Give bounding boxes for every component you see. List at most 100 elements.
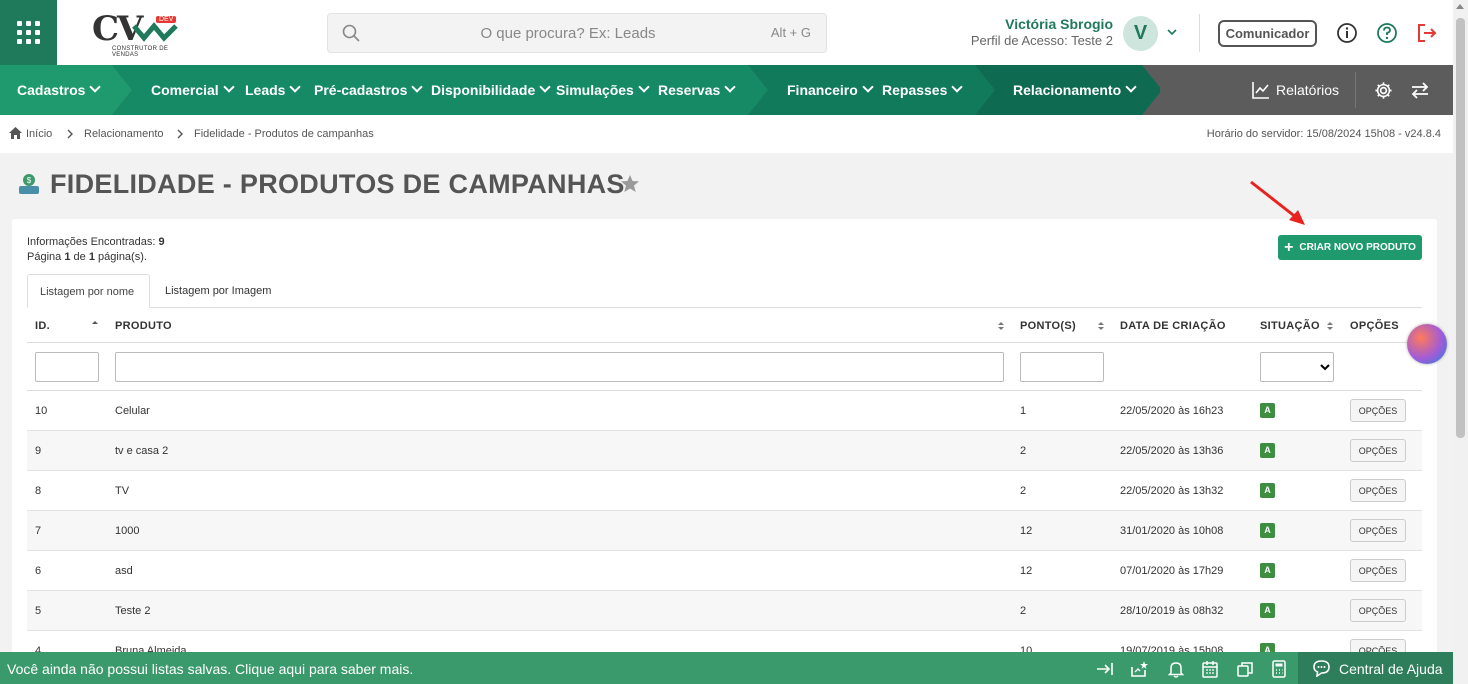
avatar[interactable]: V [1123, 16, 1158, 51]
logout-icon[interactable] [1416, 22, 1438, 44]
help-icon[interactable] [1376, 22, 1398, 44]
nav-financeiro[interactable]: Financeiro [787, 65, 874, 115]
cell-id: 6 [35, 565, 42, 577]
table-row: 9 tv e casa 2 2 22/05/2020 às 13h36 A OP… [27, 431, 1422, 471]
col-produto[interactable]: PRODUTO [115, 320, 172, 332]
table-row: 8 TV 2 22/05/2020 às 13h32 A OPÇÕES [27, 471, 1422, 511]
scroll-thumb[interactable] [1456, 18, 1465, 438]
cell-produto: asd [115, 565, 133, 577]
cell-pontos: 2 [1020, 605, 1027, 617]
nav-repasses[interactable]: Repasses [882, 65, 964, 115]
cell-produto: 1000 [115, 525, 140, 537]
search-box[interactable]: Alt + G [327, 13, 827, 53]
info-found-label: Informações Encontradas: [27, 236, 156, 248]
tab-listagem-por-nome[interactable]: Listagem por nome [27, 274, 150, 308]
breadcrumb-relacionamento[interactable]: Relacionamento [84, 128, 164, 140]
nav-simulacoes[interactable]: Simulações [556, 65, 650, 115]
main-nav: Cadastros Comercial Leads Pré-cadastros … [0, 65, 1453, 115]
breadcrumb-home[interactable]: Início [26, 128, 52, 140]
chevron-down-icon[interactable] [1166, 26, 1178, 38]
sort-icon[interactable] [997, 320, 1005, 332]
status-badge: A [1260, 403, 1275, 418]
cell-pontos: 2 [1020, 485, 1027, 497]
filter-produto-input[interactable] [115, 352, 1004, 382]
col-data-criacao[interactable]: DATA DE CRIAÇÃO [1120, 320, 1226, 332]
cell-pontos: 1 [1020, 405, 1027, 417]
assistant-orb-button[interactable] [1407, 324, 1447, 364]
options-button[interactable]: OPÇÕES [1350, 559, 1406, 582]
nav-relatorios[interactable]: Relatórios [1276, 65, 1339, 115]
cell-produto: TV [115, 485, 130, 497]
cell-data: 28/10/2019 às 08h32 [1120, 605, 1224, 617]
nav-relacionamento[interactable]: Relacionamento [1013, 65, 1137, 115]
filter-pontos-input[interactable] [1020, 352, 1104, 382]
apps-menu-button[interactable] [0, 0, 57, 65]
nav-cadastros[interactable]: Cadastros [17, 65, 102, 115]
svg-text:$: $ [27, 176, 32, 185]
swap-icon[interactable] [1410, 81, 1430, 100]
chat-icon [1313, 660, 1330, 677]
col-pontos[interactable]: PONTO(S) [1020, 320, 1076, 332]
favorite-star-icon[interactable] [620, 174, 640, 194]
cell-data: 22/05/2020 às 16h23 [1120, 405, 1224, 417]
footer-bar: Você ainda não possui listas salvas. Cli… [0, 652, 1453, 684]
grid-icon [17, 21, 40, 44]
windows-icon[interactable] [1236, 660, 1254, 678]
calculator-icon[interactable] [1270, 660, 1288, 678]
table-row: 7 1000 12 31/01/2020 às 10h08 A OPÇÕES [27, 511, 1422, 551]
page-total: 1 [88, 251, 95, 263]
info-icon[interactable] [1336, 22, 1358, 44]
gear-icon[interactable] [1374, 81, 1393, 100]
calendar-icon[interactable] [1201, 660, 1219, 678]
nav-disponibilidade[interactable]: Disponibilidade [431, 65, 551, 115]
cell-data: 22/05/2020 às 13h36 [1120, 445, 1224, 457]
status-badge: A [1260, 523, 1275, 538]
cell-id: 9 [35, 445, 42, 457]
cell-produto: Celular [115, 405, 150, 417]
create-product-button[interactable]: + CRIAR NOVO PRODUTO [1278, 235, 1422, 260]
top-header: CV DEV CONSTRUTOR DE VENDAS Alt + G Vict… [0, 0, 1453, 65]
user-name: Victória Sbrogio [1005, 16, 1113, 32]
options-button[interactable]: OPÇÕES [1350, 519, 1406, 542]
logo[interactable]: CV DEV CONSTRUTOR DE VENDAS [92, 12, 192, 58]
search-input[interactable] [388, 14, 748, 52]
options-button[interactable]: OPÇÕES [1350, 599, 1406, 622]
scroll-up-arrow-icon[interactable] [1456, 4, 1464, 9]
list-star-icon[interactable] [1130, 660, 1148, 678]
filter-situacao-select[interactable] [1260, 352, 1334, 382]
home-icon[interactable] [9, 127, 22, 139]
nav-leads[interactable]: Leads [245, 65, 302, 115]
chevron-right-icon [177, 129, 183, 139]
filter-id-input[interactable] [35, 352, 99, 382]
help-center-button[interactable]: Central de Ajuda [1298, 652, 1453, 684]
sort-icon[interactable] [1326, 320, 1334, 332]
header-divider [1199, 14, 1200, 52]
nav-reservas[interactable]: Reservas [658, 65, 736, 115]
col-id[interactable]: ID. [35, 320, 50, 332]
user-info[interactable]: Victória Sbrogio Perfil de Acesso: Teste… [971, 16, 1113, 48]
page-label-b: de [73, 251, 86, 263]
tab-listagem-por-imagem[interactable]: Listagem por Imagem [153, 274, 283, 308]
nav-pre-cadastros[interactable]: Pré-cadastros [314, 65, 424, 115]
loyalty-icon: $ [19, 174, 39, 194]
options-button[interactable]: OPÇÕES [1350, 439, 1406, 462]
nav-divider [1355, 72, 1356, 108]
sort-asc-icon[interactable] [91, 320, 99, 332]
cell-produto: tv e casa 2 [115, 445, 169, 457]
breadcrumb-current: Fidelidade - Produtos de campanhas [194, 128, 374, 140]
nav-comercial[interactable]: Comercial [151, 65, 235, 115]
status-badge: A [1260, 603, 1275, 618]
collapse-right-icon[interactable] [1096, 660, 1114, 678]
communicator-button[interactable]: Comunicador [1218, 20, 1317, 47]
sort-icon[interactable] [1097, 320, 1105, 332]
bell-icon[interactable] [1167, 660, 1185, 678]
options-button[interactable]: OPÇÕES [1350, 399, 1406, 422]
options-button[interactable]: OPÇÕES [1350, 479, 1406, 502]
page-scrollbar[interactable] [1453, 0, 1468, 684]
cell-id: 8 [35, 485, 42, 497]
create-product-label: CRIAR NOVO PRODUTO [1299, 242, 1416, 253]
saved-lists-message[interactable]: Você ainda não possui listas salvas. Cli… [7, 661, 413, 677]
col-situacao[interactable]: SITUAÇÃO [1260, 320, 1320, 332]
cell-pontos: 12 [1020, 525, 1033, 537]
table-row: 10 Celular 1 22/05/2020 às 16h23 A OPÇÕE… [27, 391, 1422, 431]
